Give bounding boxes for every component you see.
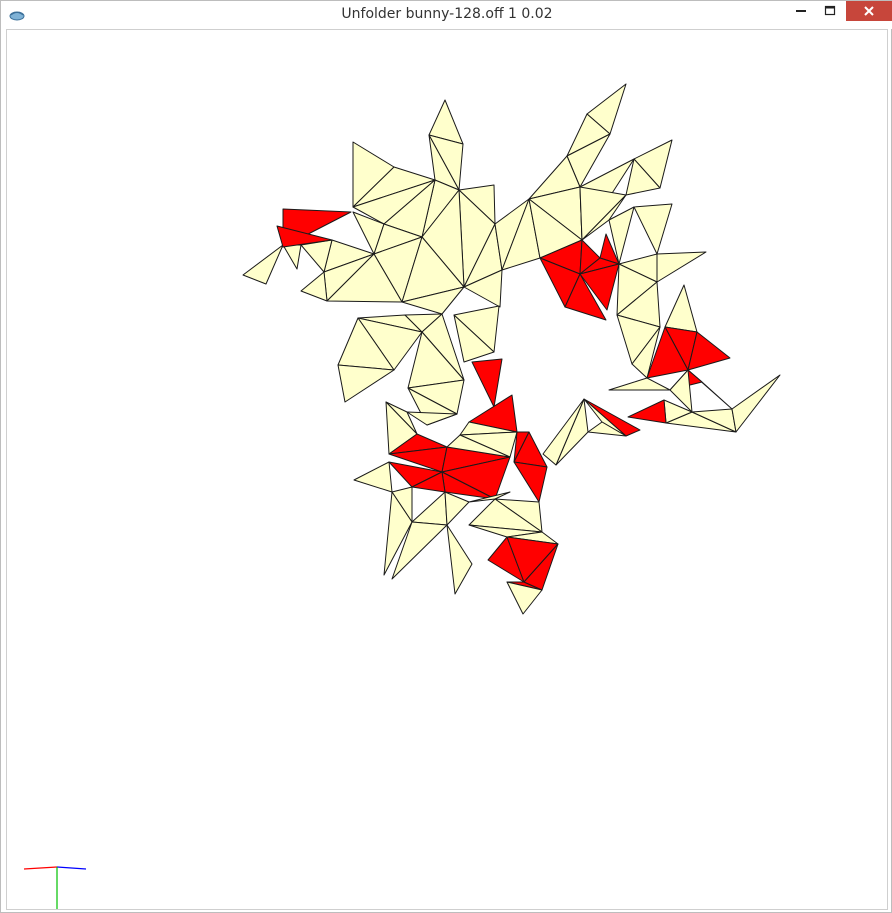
mesh-face [608, 377, 671, 391]
mesh-face-highlighted [513, 461, 548, 503]
axis-x-line [23, 866, 58, 870]
mesh-face [731, 374, 781, 433]
close-button[interactable] [846, 1, 892, 21]
axis-gizmo [23, 866, 87, 909]
unfolded-mesh-canvas[interactable] [7, 30, 888, 910]
mesh-face [664, 284, 698, 333]
mesh-face [242, 244, 284, 285]
mesh-face [446, 524, 473, 595]
axis-z-line [56, 866, 87, 870]
mesh-face-highlighted [471, 358, 503, 408]
title-bar[interactable]: Unfolder bunny-128.off 1 0.02 [1, 1, 892, 29]
3d-viewport[interactable] [6, 29, 888, 910]
maximize-button[interactable] [813, 1, 847, 21]
mesh-face [300, 271, 328, 302]
application-window: Unfolder bunny-128.off 1 0.02 [0, 0, 892, 913]
window-title: Unfolder bunny-128.off 1 0.02 [341, 6, 553, 22]
mesh-face [353, 461, 393, 493]
maximize-icon [824, 5, 836, 16]
mesh-face [656, 251, 707, 283]
mesh-face [337, 364, 395, 403]
mesh-face [282, 244, 302, 270]
mesh-face [406, 411, 458, 426]
mesh-face [633, 203, 673, 255]
mesh-face-highlighted [627, 399, 667, 424]
close-icon [864, 6, 874, 16]
mesh-face [411, 491, 448, 526]
mesh-face [444, 491, 470, 526]
